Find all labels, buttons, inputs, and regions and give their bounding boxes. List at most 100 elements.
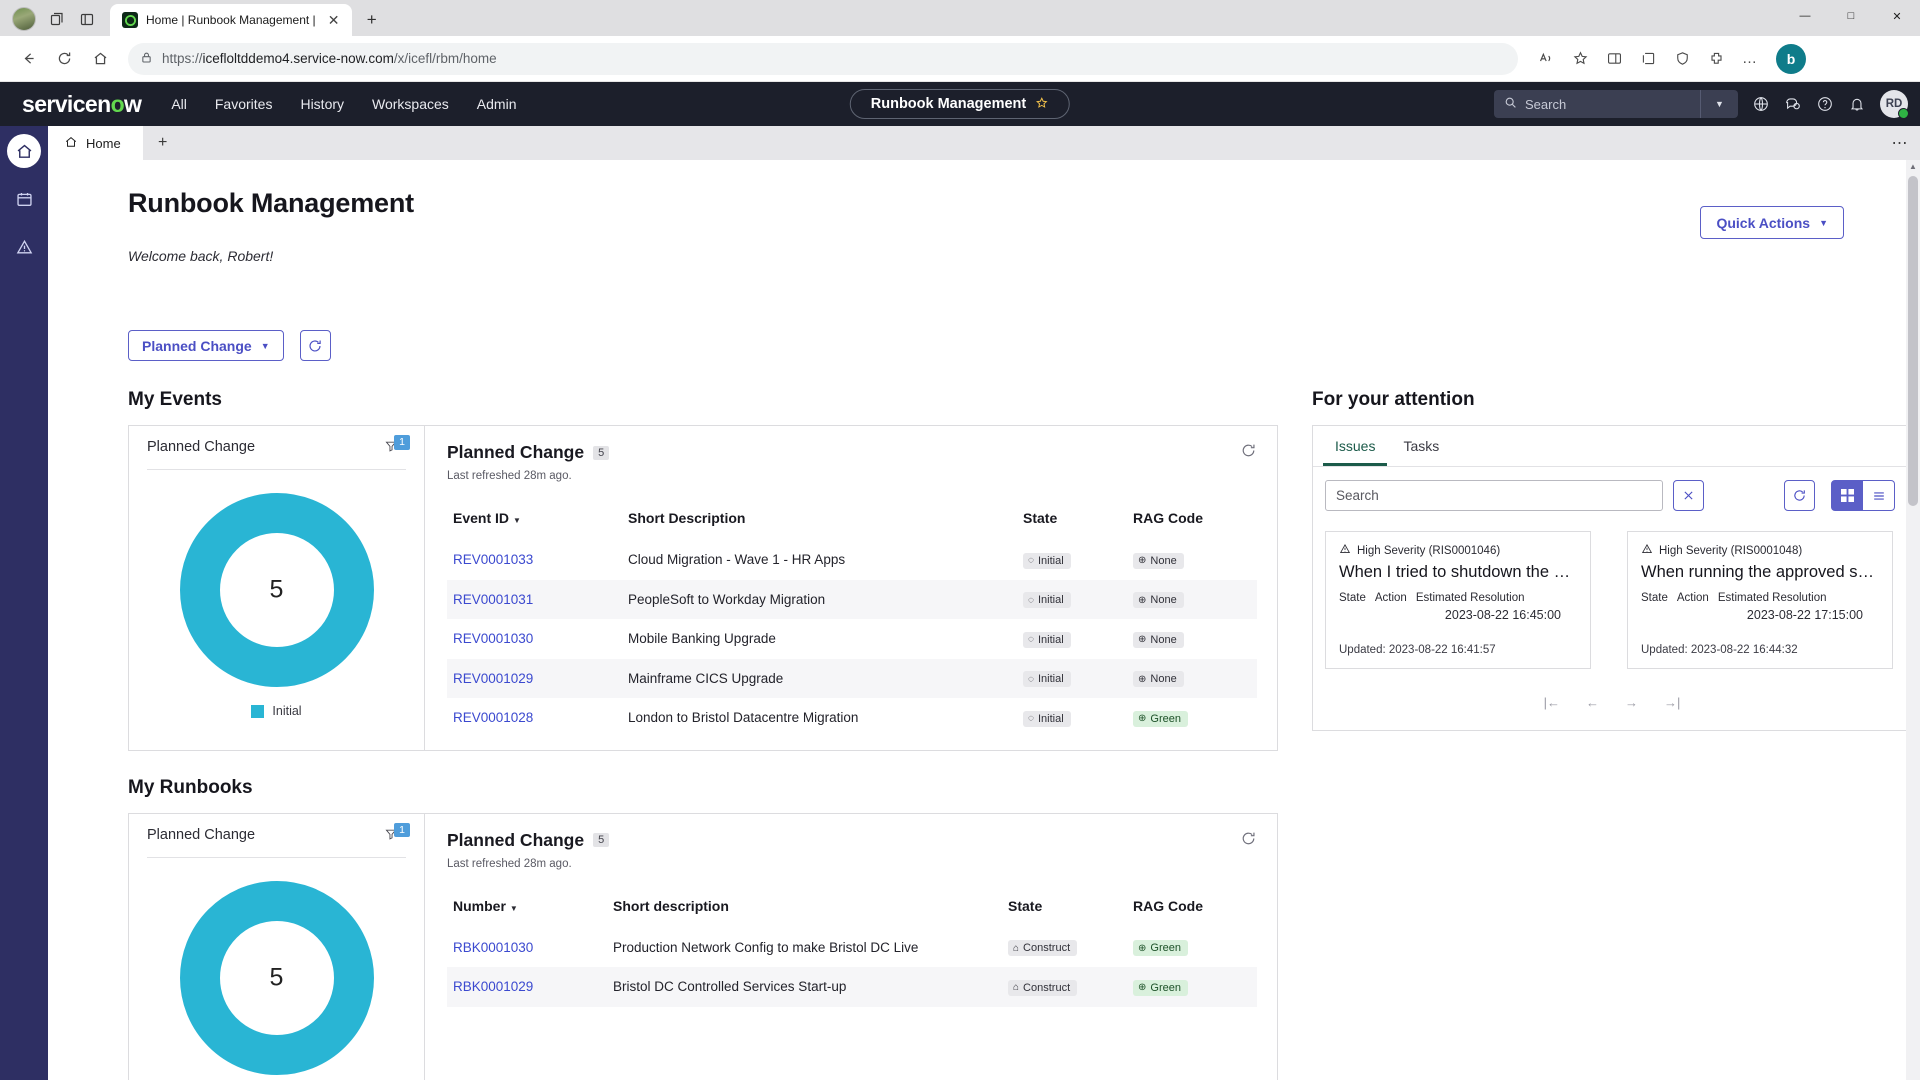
table-row[interactable]: REV0001029 Mainframe CICS Upgrade ◌ Initi… — [447, 658, 1257, 698]
donut-chart[interactable]: 5 — [179, 492, 375, 688]
nav-item-admin[interactable]: Admin — [477, 96, 517, 112]
favorite-star-icon[interactable] — [1035, 96, 1049, 113]
app-title-pill[interactable]: Runbook Management — [849, 89, 1071, 119]
collections-icon[interactable] — [1632, 43, 1664, 75]
tab-tasks[interactable]: Tasks — [1391, 426, 1451, 466]
bing-copilot-icon[interactable]: b — [1776, 43, 1806, 74]
table-row[interactable]: REV0001028 London to Bristol Datacentre … — [447, 698, 1257, 738]
nav-item-favorites[interactable]: Favorites — [215, 96, 273, 112]
nav-item-all[interactable]: All — [171, 96, 187, 112]
quick-actions-button[interactable]: Quick Actions ▼ — [1700, 206, 1844, 239]
tab-close-icon[interactable]: ✕ — [324, 10, 344, 30]
construct-icon: ⌂ — [1013, 982, 1020, 993]
view-toggle-group — [1831, 480, 1895, 511]
col-short-description[interactable]: Short description — [607, 892, 1002, 928]
window-minimize-button[interactable]: — — [1782, 0, 1828, 32]
new-tab-button[interactable]: + — [362, 10, 382, 30]
warning-icon — [1641, 543, 1653, 558]
servicenow-logo[interactable]: servicenow — [22, 91, 142, 118]
event-id-link[interactable]: REV0001031 — [453, 592, 533, 607]
tab-issues[interactable]: Issues — [1323, 426, 1388, 466]
home-icon[interactable] — [84, 43, 116, 75]
browser-tab-active[interactable]: Home | Runbook Management | ✕ — [110, 4, 352, 36]
rail-alerts-icon[interactable] — [7, 230, 41, 264]
app-tab-home[interactable]: Home — [48, 126, 143, 160]
browser-profile-avatar[interactable] — [12, 7, 36, 31]
nav-item-workspaces[interactable]: Workspaces — [372, 96, 449, 112]
conversations-icon[interactable] — [1784, 95, 1802, 113]
window-maximize-button[interactable]: □ — [1828, 0, 1874, 32]
pager-prev-button[interactable]: ← — [1586, 695, 1599, 710]
split-screen-icon[interactable] — [74, 6, 100, 32]
col-event-id[interactable]: Event ID ▼ — [447, 504, 622, 540]
donut-filter-badge[interactable]: 1 — [384, 435, 410, 458]
runbook-number-link[interactable]: RBK0001029 — [453, 979, 533, 994]
browser-essentials-icon[interactable] — [1666, 43, 1698, 75]
search-scope-dropdown[interactable]: ▼ — [1700, 90, 1738, 118]
table-row[interactable]: REV0001030 Mobile Banking Upgrade ◌ Initi… — [447, 619, 1257, 659]
runbook-number-link[interactable]: RBK0001030 — [453, 940, 533, 955]
issue-card[interactable]: High Severity (RIS0001046) When I tried … — [1325, 531, 1591, 669]
read-aloud-icon[interactable] — [1530, 43, 1562, 75]
state-chip: ◌ Initial — [1023, 631, 1071, 648]
reload-icon[interactable] — [48, 43, 80, 75]
pager-first-button[interactable]: |← — [1544, 695, 1560, 710]
col-state[interactable]: State — [1017, 504, 1127, 540]
attention-search-input[interactable]: Search — [1325, 480, 1663, 511]
table-row[interactable]: REV0001033 Cloud Migration - Wave 1 - HR… — [447, 540, 1257, 580]
my-events-table-refresh-icon[interactable] — [1240, 442, 1257, 464]
table-row[interactable]: REV0001031 PeopleSoft to Workday Migrati… — [447, 579, 1257, 619]
col-state[interactable]: State — [1002, 892, 1127, 928]
notifications-bell-icon[interactable] — [1848, 95, 1866, 113]
issue-card[interactable]: High Severity (RIS0001048) When running … — [1627, 531, 1893, 669]
attention-refresh-button[interactable] — [1784, 480, 1815, 511]
nav-item-history[interactable]: History — [300, 96, 344, 112]
donut-filter-count: 1 — [394, 435, 410, 450]
global-search-input[interactable]: Search — [1494, 90, 1704, 118]
col-short-description[interactable]: Short Description — [622, 504, 1017, 540]
planned-change-filter-dropdown[interactable]: Planned Change ▼ — [128, 330, 284, 361]
split-view-icon[interactable] — [1598, 43, 1630, 75]
runbook-description: Production Network Config to make Bristo… — [613, 939, 919, 955]
event-id-link[interactable]: REV0001030 — [453, 631, 533, 646]
back-icon[interactable] — [12, 43, 44, 75]
app-tabbar: Home + ⋯ — [48, 126, 1920, 160]
donut-filter-badge[interactable]: 1 — [384, 822, 410, 846]
event-id-link[interactable]: REV0001028 — [453, 710, 533, 725]
col-rag-code[interactable]: RAG Code — [1127, 504, 1257, 540]
window-close-button[interactable]: ✕ — [1874, 0, 1920, 32]
globe-icon[interactable] — [1752, 95, 1770, 113]
list-view-button[interactable] — [1863, 480, 1895, 511]
page-scrollbar[interactable]: ▲ — [1906, 160, 1920, 1080]
my-events-table-title-group: Planned Change 5 — [447, 442, 610, 463]
app-tab-add-button[interactable]: + — [143, 126, 183, 160]
col-rag-code[interactable]: RAG Code — [1127, 892, 1257, 928]
settings-more-icon[interactable]: … — [1734, 43, 1766, 75]
table-row[interactable]: RBK0001030 Production Network Config to … — [447, 928, 1257, 968]
user-avatar[interactable]: RD — [1880, 90, 1909, 119]
favorite-star-icon[interactable] — [1564, 43, 1596, 75]
rail-home-icon[interactable] — [7, 134, 41, 168]
event-id-link[interactable]: REV0001029 — [453, 671, 533, 686]
state-icon: ◌ — [1028, 713, 1034, 724]
table-row[interactable]: RBK0001029 Bristol DC Controlled Service… — [447, 967, 1257, 1007]
refresh-button[interactable] — [299, 330, 331, 361]
col-number[interactable]: Number ▼ — [447, 892, 607, 928]
donut-chart[interactable]: 5 — [179, 880, 375, 1076]
extensions-icon[interactable] — [1700, 43, 1732, 75]
pager-last-button[interactable]: →| — [1664, 695, 1680, 710]
grid-view-button[interactable] — [1831, 480, 1863, 511]
filter-toolbar: Planned Change ▼ — [128, 330, 1886, 361]
scrollbar-thumb[interactable] — [1908, 176, 1918, 506]
event-id-link[interactable]: REV0001033 — [453, 552, 533, 567]
clear-search-button[interactable] — [1673, 480, 1704, 511]
pager-next-button[interactable]: → — [1625, 695, 1638, 710]
help-icon[interactable] — [1816, 95, 1834, 113]
my-runbooks-table-refresh-icon[interactable] — [1240, 830, 1257, 852]
rail-calendar-icon[interactable] — [7, 182, 41, 216]
address-bar[interactable]: https://icefloltddemo4.service-now.com/x… — [128, 42, 1518, 75]
app-tab-more-button[interactable]: ⋯ — [1880, 126, 1920, 160]
search-icon — [1504, 96, 1517, 112]
scroll-up-arrow-icon[interactable]: ▲ — [1909, 162, 1917, 171]
tab-search-icon[interactable] — [44, 6, 70, 32]
